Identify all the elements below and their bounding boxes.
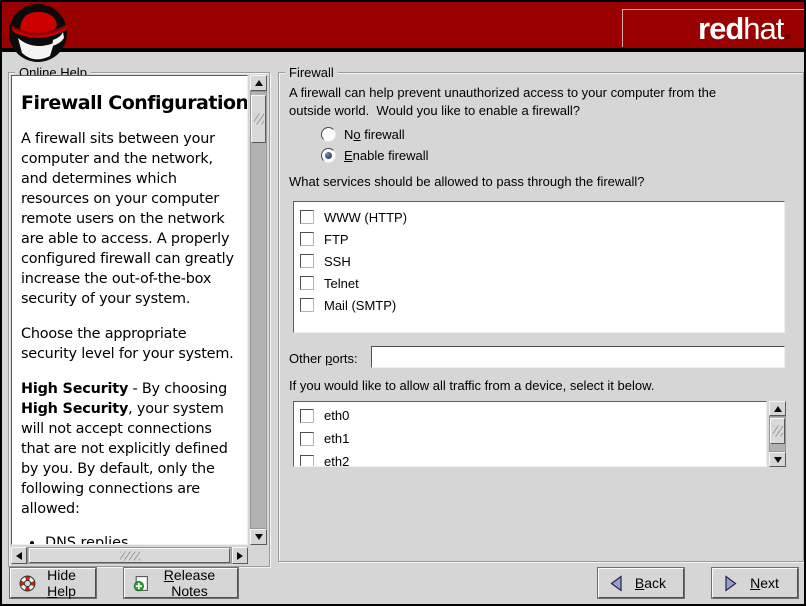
header-banner: redhat. bbox=[2, 2, 804, 52]
back-button[interactable]: Back bbox=[598, 568, 684, 598]
brand-text-hat: hat bbox=[743, 13, 783, 44]
checkbox-icon[interactable] bbox=[300, 432, 314, 446]
release-notes-label: Release Notes bbox=[150, 567, 229, 599]
help-text-viewport[interactable]: Firewall Configuration A firewall sits b… bbox=[11, 75, 248, 545]
scrollbar-trough[interactable] bbox=[769, 416, 786, 452]
other-ports-input[interactable] bbox=[371, 346, 785, 368]
device-label: eth2 bbox=[324, 454, 349, 467]
firewall-radio-group: No firewall Enable firewall bbox=[321, 124, 429, 166]
scrollbar-trough[interactable] bbox=[27, 547, 232, 564]
device-label: eth0 bbox=[324, 408, 349, 423]
scroll-left-button[interactable] bbox=[11, 547, 27, 564]
checkbox-icon[interactable] bbox=[300, 298, 314, 312]
checkbox-icon[interactable] bbox=[300, 232, 314, 246]
help-bullet-list: DNS replies bbox=[21, 533, 239, 545]
services-list[interactable]: WWW (HTTP) FTP SSH Telnet Mail (SMTP) bbox=[293, 201, 785, 333]
redhat-wordmark: redhat. bbox=[622, 9, 804, 47]
scroll-up-button[interactable] bbox=[250, 75, 267, 91]
scrollbar-trough[interactable] bbox=[250, 91, 267, 529]
help-paragraph-2: Choose the appropriate security level fo… bbox=[21, 324, 239, 364]
service-list-item[interactable]: Mail (SMTP) bbox=[300, 294, 784, 316]
up-arrow-icon bbox=[774, 406, 782, 412]
redhat-shadowman-logo bbox=[7, 3, 71, 63]
service-label: SSH bbox=[324, 254, 351, 269]
release-notes-icon bbox=[133, 575, 150, 592]
device-list-item[interactable]: eth0 bbox=[300, 404, 766, 427]
radio-enable-firewall[interactable]: Enable firewall bbox=[321, 145, 429, 166]
scroll-up-button[interactable] bbox=[769, 401, 786, 416]
online-help-panel: Online Help Firewall Configuration A fir… bbox=[8, 72, 270, 567]
service-label: WWW (HTTP) bbox=[324, 210, 407, 225]
up-arrow-icon bbox=[255, 80, 263, 86]
service-list-item[interactable]: SSH bbox=[300, 250, 784, 272]
service-label: Mail (SMTP) bbox=[324, 298, 396, 313]
devices-list[interactable]: eth0 eth1 eth2 bbox=[293, 401, 767, 467]
right-arrow-icon bbox=[237, 552, 243, 560]
help-vertical-scrollbar[interactable] bbox=[250, 75, 267, 545]
left-arrow-icon bbox=[16, 552, 22, 560]
service-list-item[interactable]: WWW (HTTP) bbox=[300, 206, 784, 228]
device-list-item[interactable]: eth1 bbox=[300, 427, 766, 450]
down-arrow-icon bbox=[255, 534, 263, 540]
next-button[interactable]: Next bbox=[712, 568, 798, 598]
scroll-down-button[interactable] bbox=[250, 529, 267, 545]
firewall-intro-text: A firewall can help prevent unauthorized… bbox=[289, 84, 795, 120]
service-list-item[interactable]: FTP bbox=[300, 228, 784, 250]
help-horizontal-scrollbar[interactable] bbox=[11, 547, 248, 564]
checkbox-icon[interactable] bbox=[300, 210, 314, 224]
radio-enable-firewall-label: Enable firewall bbox=[344, 148, 429, 163]
hide-help-button[interactable]: Hide Help bbox=[10, 568, 96, 598]
help-title: Firewall Configuration bbox=[21, 92, 239, 114]
scrollbar-thumb[interactable] bbox=[29, 548, 230, 563]
service-list-item[interactable]: Telnet bbox=[300, 272, 784, 294]
radio-button-icon[interactable] bbox=[321, 127, 336, 142]
help-paragraph-1: A firewall sits between your computer an… bbox=[21, 129, 239, 309]
scrollbar-thumb[interactable] bbox=[770, 418, 785, 444]
checkbox-icon[interactable] bbox=[300, 254, 314, 268]
scrollbar-thumb[interactable] bbox=[251, 95, 266, 143]
devices-instruction-text: If you would like to allow all traffic f… bbox=[289, 378, 654, 393]
next-arrow-icon bbox=[721, 574, 740, 593]
checkbox-icon[interactable] bbox=[300, 276, 314, 290]
back-arrow-icon bbox=[607, 574, 626, 593]
next-label: Next bbox=[740, 575, 789, 591]
checkbox-icon[interactable] bbox=[300, 409, 314, 423]
firewall-panel: Firewall A firewall can help prevent una… bbox=[278, 72, 804, 562]
service-label: FTP bbox=[324, 232, 349, 247]
radio-button-selected-icon[interactable] bbox=[321, 148, 336, 163]
brand-dot: . bbox=[783, 13, 791, 44]
brand-text-red: red bbox=[698, 13, 743, 44]
other-ports-label: Other ports: bbox=[289, 351, 358, 366]
radio-no-firewall[interactable]: No firewall bbox=[321, 124, 429, 145]
down-arrow-icon bbox=[774, 457, 782, 463]
help-paragraph-3: High Security - By choosing High Securit… bbox=[21, 379, 239, 519]
scroll-down-button[interactable] bbox=[769, 452, 786, 467]
scroll-right-button[interactable] bbox=[232, 547, 248, 564]
devices-vertical-scrollbar[interactable] bbox=[769, 401, 786, 467]
back-label: Back bbox=[626, 575, 675, 591]
installer-window: redhat. Online Help Firewall Configurati… bbox=[0, 0, 806, 606]
radio-no-firewall-label: No firewall bbox=[344, 127, 405, 142]
release-notes-button[interactable]: Release Notes bbox=[124, 568, 238, 598]
services-question-text: What services should be allowed to pass … bbox=[289, 174, 645, 189]
help-text: Firewall Configuration A firewall sits b… bbox=[12, 76, 247, 545]
device-label: eth1 bbox=[324, 431, 349, 446]
device-list-item[interactable]: eth2 bbox=[300, 450, 766, 467]
life-preserver-icon bbox=[19, 575, 36, 592]
hide-help-label: Hide Help bbox=[36, 567, 87, 599]
checkbox-icon[interactable] bbox=[300, 455, 314, 468]
help-bullet-dns: DNS replies bbox=[45, 533, 239, 545]
service-label: Telnet bbox=[324, 276, 359, 291]
